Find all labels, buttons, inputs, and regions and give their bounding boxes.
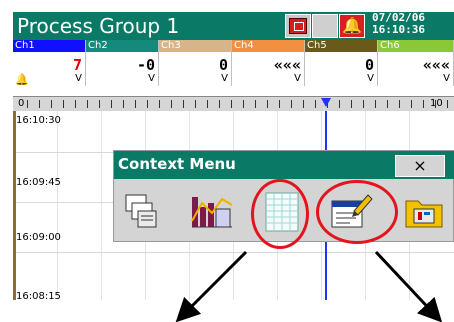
arrow-right xyxy=(374,250,443,322)
arrow-left xyxy=(175,250,248,322)
annotation-arrows xyxy=(175,250,443,322)
